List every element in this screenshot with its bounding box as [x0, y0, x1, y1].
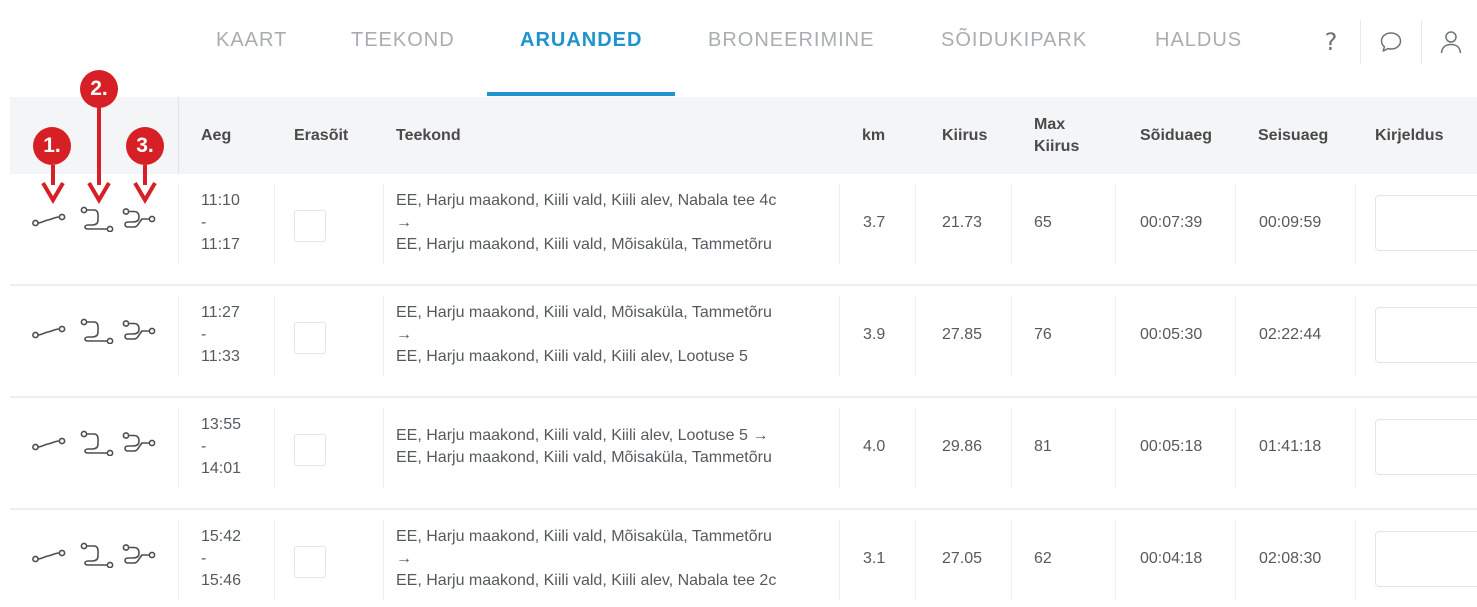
- annotation-marker-3: 3.: [126, 127, 164, 165]
- annotation-marker-1: 1.: [33, 127, 71, 165]
- annotation-arrows: [41, 107, 157, 204]
- annotation-marker-2: 2.: [80, 70, 118, 108]
